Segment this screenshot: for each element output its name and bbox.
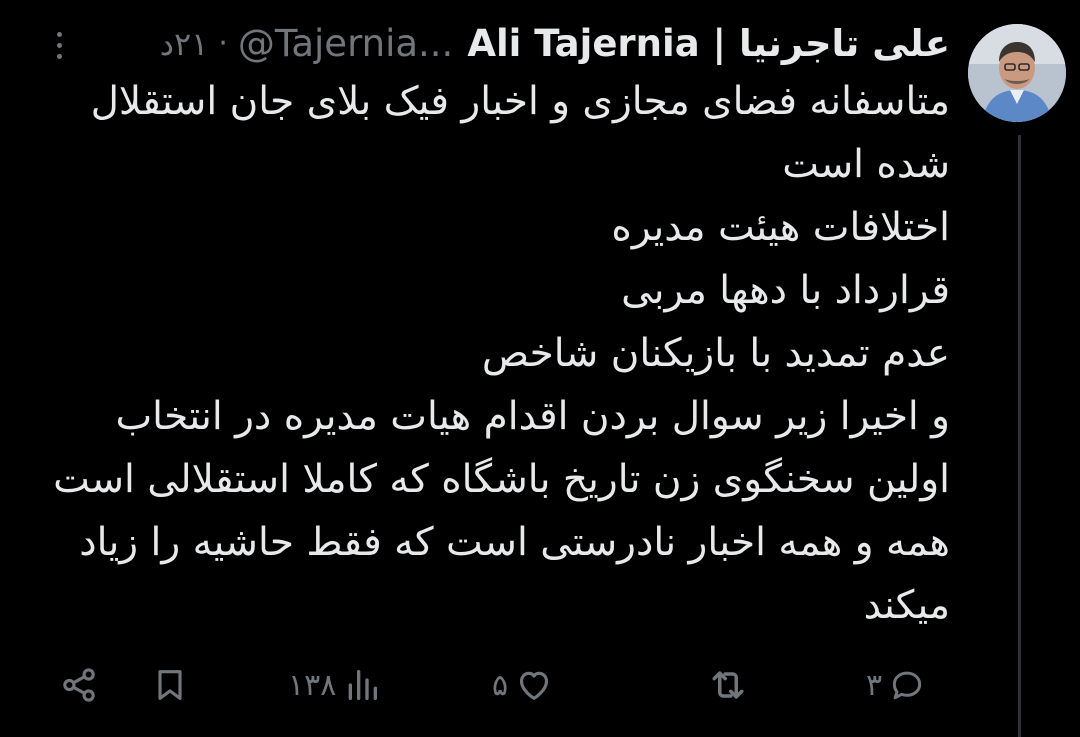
reply-count: ۳ (866, 667, 883, 703)
retweet-icon (706, 663, 750, 707)
heart-icon (514, 665, 554, 705)
tweet-line: عدم تمدید با بازیکنان شاخص (481, 331, 950, 376)
share-icon (58, 664, 100, 706)
tweet-line: و اخیرا زیر سوال بردن اقدام هیات مدیره د… (53, 394, 950, 628)
tweet-line: قرارداد با دهها مربی (621, 268, 950, 313)
retweet-button[interactable] (700, 655, 750, 715)
header-separator: · (218, 26, 228, 61)
tweet-header: علی تاجرنیا | Ali Tajernia @Tajernia... … (160, 18, 950, 70)
thread-line (1018, 135, 1021, 737)
like-button[interactable]: ۵ (492, 655, 554, 715)
views-button[interactable]: ۱۳۸ (288, 655, 382, 715)
author-handle[interactable]: @Tajernia... (238, 18, 453, 70)
reply-bubble-icon (888, 666, 926, 704)
reply-button[interactable]: ۳ (866, 655, 926, 715)
tweet-time[interactable]: ۲۱د (160, 18, 209, 70)
tweet-line: متاسفانه فضای مجازی و اخبار فیک بلای جان… (90, 79, 950, 187)
views-bar-icon (342, 665, 382, 705)
like-count: ۵ (492, 667, 509, 703)
tweet-text: متاسفانه فضای مجازی و اخبار فیک بلای جان… (40, 70, 950, 637)
more-dots-icon[interactable] (44, 26, 74, 64)
author-name[interactable]: علی تاجرنیا | Ali Tajernia (467, 18, 950, 70)
bookmark-button[interactable] (150, 655, 190, 715)
tweet-line: اختلافات هیئت مدیره (611, 205, 950, 250)
avatar[interactable] (968, 24, 1066, 122)
bookmark-icon (150, 665, 190, 705)
views-count: ۱۳۸ (288, 667, 337, 703)
action-bar: ۳ ۵ ۱۳۸ (0, 655, 1080, 715)
share-button[interactable] (58, 655, 100, 715)
